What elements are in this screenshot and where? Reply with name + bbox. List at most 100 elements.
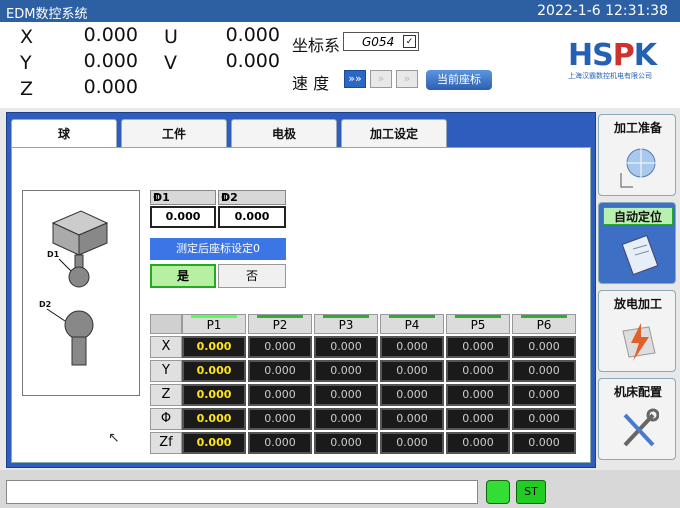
axis-y-label: Y: [20, 52, 32, 74]
row-label: Z: [150, 384, 182, 406]
coord-system-select[interactable]: G054 ✓: [343, 32, 419, 51]
point-value-cell[interactable]: 0.000: [248, 384, 312, 406]
col-p6: P6: [512, 314, 576, 334]
st-button[interactable]: ST: [516, 480, 546, 504]
point-value-cell[interactable]: 0.000: [314, 408, 378, 430]
tab-ball[interactable]: 球: [11, 119, 117, 147]
point-value-cell[interactable]: 0.000: [248, 360, 312, 382]
axis-u-label: U: [164, 26, 178, 48]
no-button[interactable]: 否: [218, 264, 286, 288]
tab-workpiece[interactable]: 工件: [121, 119, 227, 147]
point-value-cell[interactable]: 0.000: [512, 384, 576, 406]
point-value-cell[interactable]: 0.000: [446, 432, 510, 454]
point-value-cell[interactable]: 0.000: [248, 432, 312, 454]
main-panel: 球 工件 电极 加工设定 D1 D2 D1 Φ 0.000 D2 Φ 0.000…: [6, 112, 596, 468]
row-label: X: [150, 336, 182, 358]
point-value-cell[interactable]: 0.000: [182, 360, 246, 382]
sidebar: 加工准备 自动定位 放电加工 机床配置: [598, 114, 678, 470]
point-value-cell[interactable]: 0.000: [512, 360, 576, 382]
point-value-cell[interactable]: 0.000: [314, 360, 378, 382]
clipboard-icon: [621, 234, 659, 276]
table-corner: [150, 314, 182, 334]
img-d1-label: D1: [47, 250, 60, 259]
logo-text: HSPK: [568, 38, 657, 73]
axis-v-value: 0.000: [225, 50, 280, 72]
d2-header: D2 Φ: [218, 190, 286, 205]
axis-y-value: 0.000: [83, 50, 138, 72]
axis-u-value: 0.000: [225, 24, 280, 46]
point-value-cell[interactable]: 0.000: [182, 432, 246, 454]
point-value-cell[interactable]: 0.000: [446, 336, 510, 358]
point-value-cell[interactable]: 0.000: [182, 408, 246, 430]
speed-label: 速 度: [292, 74, 330, 93]
sidebar-item-auto-position[interactable]: 自动定位: [598, 202, 676, 284]
point-value-cell[interactable]: 0.000: [248, 336, 312, 358]
tab-electrode[interactable]: 电极: [231, 119, 337, 147]
speed-mid-button[interactable]: »: [370, 70, 392, 88]
axis-z-label: Z: [20, 78, 34, 100]
coord-setting-bar: 测定后座标设定0: [150, 238, 286, 260]
mouse-cursor-icon: ↖: [108, 430, 120, 446]
axis-v-label: V: [164, 52, 177, 74]
title-bar: EDM数控系统 2022-1-6 12:31:38: [0, 0, 680, 22]
axis-z-value: 0.000: [83, 76, 138, 98]
coord-system-label: 坐标系: [292, 36, 341, 55]
point-value-cell[interactable]: 0.000: [446, 360, 510, 382]
company-logo: HSPK 上海汉霸数控机电有限公司: [568, 38, 657, 81]
status-bar: ST: [0, 470, 680, 508]
point-value-cell[interactable]: 0.000: [314, 384, 378, 406]
tools-icon: [623, 408, 659, 447]
point-value-cell[interactable]: 0.000: [380, 432, 444, 454]
speed-slow-button[interactable]: »: [396, 70, 418, 88]
img-d2-label: D2: [39, 300, 51, 309]
point-value-cell[interactable]: 0.000: [314, 432, 378, 454]
message-box: [6, 480, 478, 504]
point-value-cell[interactable]: 0.000: [446, 384, 510, 406]
target-icon: [620, 147, 657, 188]
col-p5: P5: [446, 314, 510, 334]
col-p3: P3: [314, 314, 378, 334]
sidebar-item-label: 放电加工: [613, 297, 662, 311]
company-name: 上海汉霸数控机电有限公司: [568, 72, 652, 80]
col-p1: P1: [182, 314, 246, 334]
col-p2: P2: [248, 314, 312, 334]
sidebar-item-edm[interactable]: 放电加工: [598, 290, 676, 372]
point-value-cell[interactable]: 0.000: [314, 336, 378, 358]
header: X 0.000 Y 0.000 Z 0.000 U 0.000 V 0.000 …: [0, 22, 680, 108]
point-value-cell[interactable]: 0.000: [512, 408, 576, 430]
sidebar-item-label: 机床配置: [613, 385, 662, 399]
d1-header: D1 Φ: [150, 190, 216, 205]
double-chevron-icon: »»: [348, 72, 362, 85]
d1-input[interactable]: 0.000: [150, 206, 216, 228]
row-label: Zf: [150, 432, 182, 454]
tab-machining-settings[interactable]: 加工设定: [341, 119, 447, 147]
sidebar-item-label: 加工准备: [613, 121, 662, 135]
sidebar-item-prepare[interactable]: 加工准备: [598, 114, 676, 196]
coord-system-value: G054: [362, 35, 395, 49]
point-value-cell[interactable]: 0.000: [380, 360, 444, 382]
point-value-cell[interactable]: 0.000: [512, 336, 576, 358]
status-indicator: [486, 480, 510, 504]
row-label: Y: [150, 360, 182, 382]
point-value-cell[interactable]: 0.000: [248, 408, 312, 430]
current-coord-button[interactable]: 当前座标: [426, 70, 492, 90]
chevron-down-icon: ✓: [403, 35, 416, 48]
spark-icon: [622, 323, 656, 361]
double-chevron-icon: »: [377, 72, 385, 85]
point-value-cell[interactable]: 0.000: [380, 408, 444, 430]
point-value-cell[interactable]: 0.000: [182, 336, 246, 358]
point-value-cell[interactable]: 0.000: [380, 384, 444, 406]
sidebar-item-machine-config[interactable]: 机床配置: [598, 378, 676, 460]
d2-input[interactable]: 0.000: [218, 206, 286, 228]
point-value-cell[interactable]: 0.000: [380, 336, 444, 358]
speed-fast-button[interactable]: »»: [344, 70, 366, 88]
double-chevron-icon: »: [403, 72, 411, 85]
yes-button[interactable]: 是: [150, 264, 216, 288]
point-value-cell[interactable]: 0.000: [512, 432, 576, 454]
probe-illustration: D1 D2: [39, 210, 109, 366]
sidebar-item-label: 自动定位: [603, 207, 673, 225]
datetime: 2022-1-6 12:31:38: [537, 3, 668, 19]
point-value-cell[interactable]: 0.000: [182, 384, 246, 406]
point-value-cell[interactable]: 0.000: [446, 408, 510, 430]
tab-content: D1 D2 D1 Φ 0.000 D2 Φ 0.000 测定后座标设定0 是 否…: [11, 147, 591, 463]
